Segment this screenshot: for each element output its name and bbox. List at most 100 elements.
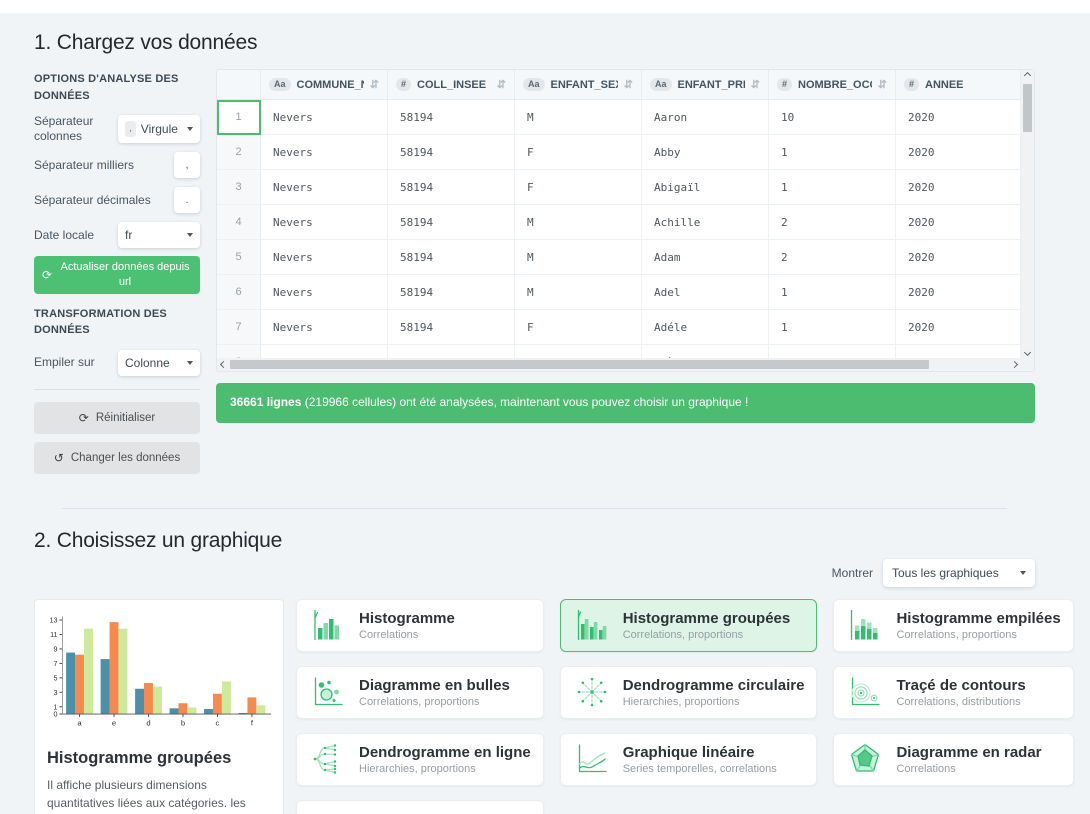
table-cell[interactable]: 58194 (388, 100, 515, 135)
vertical-scroll-thumb[interactable] (1023, 84, 1032, 132)
table-cell[interactable]: 2020 (896, 345, 1021, 358)
table-cell[interactable]: Nevers (261, 310, 388, 345)
table-cell[interactable]: 2020 (896, 135, 1021, 170)
scroll-down-icon[interactable] (1024, 349, 1031, 356)
vertical-scrollbar[interactable] (1021, 70, 1034, 358)
refresh-from-url-button[interactable]: ⟳ Actualiser données depuis url (34, 256, 200, 294)
row-number-cell[interactable]: 4 (217, 205, 261, 240)
table-cell[interactable]: M (515, 100, 642, 135)
option-select[interactable]: fr (118, 222, 200, 248)
sort-icon[interactable]: ⇵ (497, 78, 506, 91)
table-cell[interactable]: 2020 (896, 170, 1021, 205)
table-cell[interactable]: Adèle (642, 345, 769, 358)
table-cell[interactable]: Nevers (261, 170, 388, 205)
column-header[interactable]: # COLL_INSEE ⇵ (388, 70, 515, 99)
table-cell[interactable]: 58194 (388, 345, 515, 358)
table-cell[interactable]: Nevers (261, 100, 388, 135)
column-header[interactable]: Aa COMMUNE_NOM ⇵ (261, 70, 388, 99)
table-cell[interactable]: 2020 (896, 100, 1021, 135)
table-cell[interactable]: M (515, 275, 642, 310)
table-cell[interactable]: M (515, 205, 642, 240)
table-cell[interactable]: Adam (642, 240, 769, 275)
table-cell[interactable]: 2020 (896, 275, 1021, 310)
chart-card-grouped-bars[interactable]: Histogramme groupées Correlations, propo… (560, 599, 818, 652)
option-text-input[interactable]: , (174, 152, 200, 178)
table-cell[interactable]: 10 (769, 100, 896, 135)
option-select[interactable]: , Virgule (118, 115, 200, 143)
sort-icon[interactable]: ⇵ (624, 78, 633, 91)
radar-icon (846, 740, 884, 778)
table-cell[interactable]: 58194 (388, 275, 515, 310)
scroll-left-icon[interactable] (220, 361, 227, 368)
row-number-cell[interactable]: 5 (217, 240, 261, 275)
row-number-cell[interactable]: 7 (217, 310, 261, 345)
chart-card-linear-dendrogram[interactable]: Dendrogramme en ligne Hierarchies, propo… (296, 733, 544, 786)
stack-on-select[interactable]: Colonne (118, 350, 200, 376)
table-cell[interactable]: Nevers (261, 240, 388, 275)
table-cell[interactable]: F (515, 345, 642, 358)
table-cell[interactable]: 2 (769, 345, 896, 358)
option-text-input[interactable]: . (174, 187, 200, 213)
chart-card-title: Dendrogramme en ligne (359, 744, 531, 761)
chart-card-radar[interactable]: Diagramme en radar Correlations (833, 733, 1073, 786)
table-cell[interactable]: 2020 (896, 205, 1021, 240)
sort-icon[interactable]: ⇵ (878, 78, 887, 91)
table-cell[interactable]: 1 (769, 135, 896, 170)
svg-text:9: 9 (54, 645, 58, 653)
chart-filter-select[interactable]: Tous les graphiques (883, 559, 1035, 587)
table-cell[interactable]: Nevers (261, 205, 388, 240)
table-cell[interactable]: 58194 (388, 240, 515, 275)
table-cell[interactable]: 1 (769, 170, 896, 205)
table-cell[interactable]: F (515, 170, 642, 205)
column-header[interactable]: # NOMBRE_OCC... ⇵ (769, 70, 896, 99)
row-number-cell[interactable]: 8 (217, 345, 261, 358)
horizontal-scrollbar[interactable] (217, 358, 1021, 371)
table-cell[interactable]: 2 (769, 240, 896, 275)
table-cell[interactable]: Abby (642, 135, 769, 170)
column-type-badge: Aa (269, 78, 291, 91)
table-cell[interactable]: Aaron (642, 100, 769, 135)
chart-card-bubbles[interactable]: Diagramme en bulles Correlations, propor… (296, 666, 544, 719)
column-header[interactable]: # ANNEE (896, 70, 1021, 99)
table-cell[interactable]: 2020 (896, 240, 1021, 275)
table-cell[interactable]: M (515, 240, 642, 275)
row-number-cell[interactable]: 3 (217, 170, 261, 205)
table-cell[interactable]: Adéle (642, 310, 769, 345)
chart-card-contours[interactable]: Traçé de contours Correlations, distribu… (833, 666, 1073, 719)
horizontal-scroll-thumb[interactable] (230, 360, 929, 369)
column-header[interactable]: Aa ENFANT_PREN... ⇵ (642, 70, 769, 99)
change-data-button[interactable]: ↺ Changer les données (34, 442, 200, 474)
chart-card-circular-dendrogram[interactable]: Dendrogramme circulaire Hierarchies, pro… (560, 666, 818, 719)
table-cell[interactable]: F (515, 310, 642, 345)
table-cell[interactable]: 58194 (388, 205, 515, 240)
chart-card-line-chart[interactable]: Graphique linéaire Series temporelles, c… (560, 733, 818, 786)
table-cell[interactable]: 1 (769, 275, 896, 310)
table-cell[interactable]: Nevers (261, 275, 388, 310)
table-cell[interactable]: Adel (642, 275, 769, 310)
row-number-cell[interactable]: 2 (217, 135, 261, 170)
row-number-cell[interactable]: 6 (217, 275, 261, 310)
chart-card-bars[interactable]: Histogramme Correlations (296, 599, 544, 652)
scroll-right-icon[interactable] (1011, 361, 1018, 368)
table-cell[interactable]: Achille (642, 205, 769, 240)
sort-icon[interactable]: ⇵ (751, 78, 760, 91)
table-cell[interactable]: 1 (769, 310, 896, 345)
scroll-up-icon[interactable] (1024, 72, 1031, 79)
table-cell[interactable]: Abigaïl (642, 170, 769, 205)
table-cell[interactable]: 58194 (388, 135, 515, 170)
reset-button[interactable]: ⟳ Réinitialiser (34, 402, 200, 434)
chart-card-title: Histogramme (359, 610, 455, 627)
row-number-cell[interactable]: 1 (217, 100, 261, 135)
table-cell[interactable]: Nevers (261, 135, 388, 170)
table-cell[interactable]: 2 (769, 205, 896, 240)
sort-icon[interactable]: ⇵ (370, 78, 379, 91)
column-header[interactable]: Aa ENFANT_SEXE ⇵ (515, 70, 642, 99)
table-cell[interactable]: F (515, 135, 642, 170)
chart-card-sunburst[interactable]: Diagramme sunburst (296, 800, 544, 814)
table-cell[interactable]: 2020 (896, 310, 1021, 345)
table-cell[interactable]: 58194 (388, 310, 515, 345)
table-cell[interactable]: 58194 (388, 170, 515, 205)
chart-card-stacked-bars[interactable]: Histogramme empilées Correlations, propo… (833, 599, 1073, 652)
table-cell[interactable]: Nevers (261, 345, 388, 358)
caret-down-icon (187, 361, 193, 365)
